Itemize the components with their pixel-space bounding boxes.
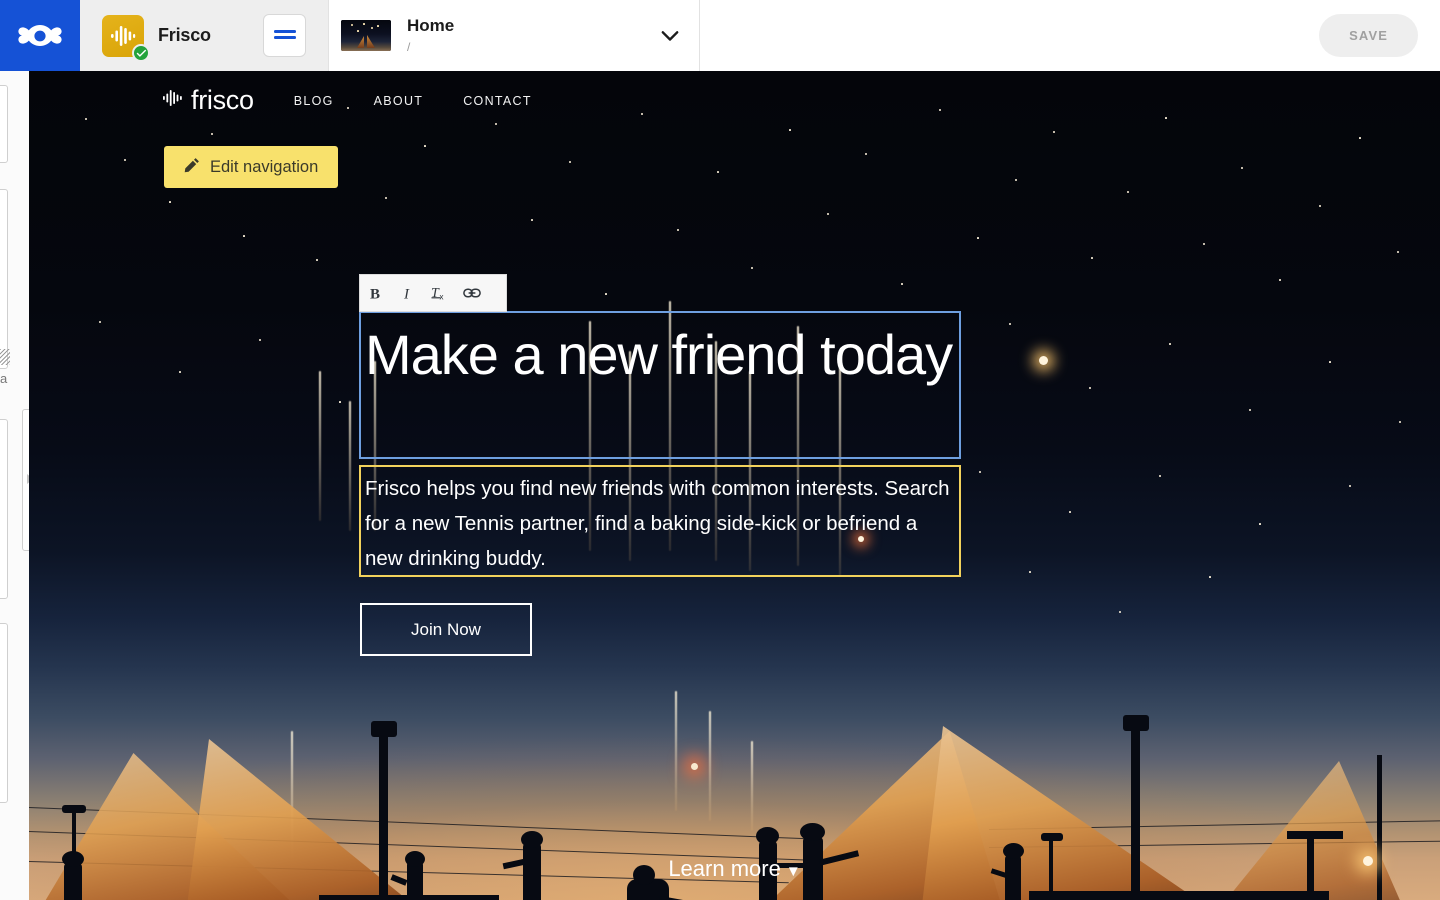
learn-more-scroll-link[interactable]: Learn more ▼ (29, 856, 1440, 882)
page-thumbnail (341, 20, 391, 51)
check-circle-icon (132, 44, 150, 62)
join-now-button[interactable]: Join Now (360, 603, 532, 656)
audio-waveform-icon (110, 25, 136, 47)
collapsed-sidebar-peek: a (0, 71, 29, 900)
brand-name: frisco (191, 85, 254, 116)
hamburger-menu-button[interactable] (263, 14, 306, 57)
clear-formatting-button[interactable]: T x (424, 275, 456, 311)
ghost-label: a (0, 371, 7, 386)
hero-paragraph-block[interactable]: Frisco helps you find new friends with c… (359, 465, 961, 577)
pencil-icon (184, 157, 200, 178)
ghost-field (0, 419, 8, 599)
ghost-field (0, 623, 8, 803)
site-header: frisco BLOG ABOUT CONTACT (163, 85, 532, 116)
site-brand[interactable]: frisco (163, 85, 254, 116)
platform-logo[interactable] (0, 0, 80, 71)
nav-link-about[interactable]: ABOUT (374, 94, 424, 108)
page-selector[interactable]: Home / (328, 0, 700, 71)
chevron-down-icon (661, 30, 679, 41)
site-identity: Frisco (80, 0, 328, 71)
nav-link-blog[interactable]: BLOG (294, 94, 334, 108)
page-title: Home (407, 17, 454, 36)
page-meta: Home / (407, 17, 454, 54)
save-area: SAVE (1319, 0, 1440, 71)
site-name: Frisco (158, 25, 211, 46)
remove-format-icon: T x (431, 285, 449, 301)
nav-link-contact[interactable]: CONTACT (463, 94, 532, 108)
learn-more-label: Learn more (668, 856, 781, 881)
resize-grip-icon (0, 349, 10, 365)
cms-logo-icon (18, 21, 62, 51)
italic-icon: I (402, 286, 415, 301)
hero-heading-text: Make a new friend today (365, 319, 955, 391)
save-button[interactable]: SAVE (1319, 14, 1418, 57)
svg-text:x: x (440, 293, 444, 302)
edit-navigation-label: Edit navigation (210, 158, 318, 177)
rich-text-toolbar: B I T x (359, 274, 507, 312)
link-button[interactable] (456, 275, 488, 311)
hero-heading-block[interactable]: Make a new friend today (359, 311, 961, 459)
page-path: / (407, 40, 454, 54)
bold-icon: B (370, 286, 383, 301)
hamburger-menu-icon (274, 29, 296, 43)
site-nav-links: BLOG ABOUT CONTACT (294, 94, 532, 108)
avatar (102, 15, 144, 57)
ghost-field (0, 85, 8, 163)
toolbar-spacer (700, 0, 1319, 71)
svg-text:B: B (370, 286, 380, 301)
ghost-field (0, 189, 8, 369)
edit-navigation-button[interactable]: Edit navigation (164, 146, 338, 188)
triangle-down-icon: ▼ (786, 863, 801, 880)
bold-button[interactable]: B (360, 275, 392, 311)
hero-paragraph-text: Frisco helps you find new friends with c… (365, 471, 955, 576)
link-icon (463, 287, 481, 299)
join-now-label: Join Now (411, 620, 481, 640)
svg-text:I: I (403, 286, 410, 301)
page-preview-canvas[interactable]: frisco BLOG ABOUT CONTACT Edit navigatio… (29, 71, 1440, 900)
italic-button[interactable]: I (392, 275, 424, 311)
audio-waveform-icon (163, 89, 183, 112)
sidebar-expand-handle[interactable] (22, 409, 29, 551)
admin-toolbar: Frisco Home / (0, 0, 1440, 71)
